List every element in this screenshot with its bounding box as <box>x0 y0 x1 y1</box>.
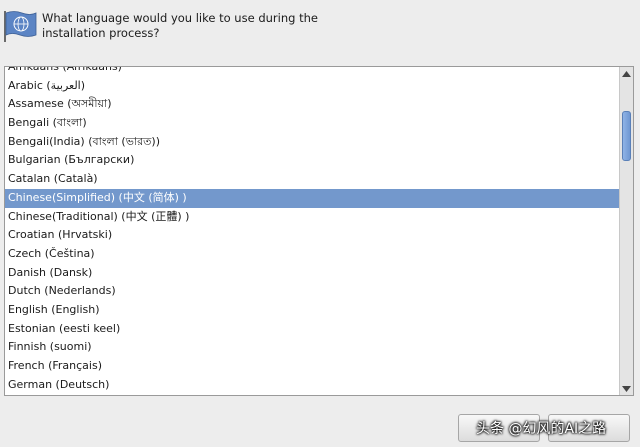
list-item[interactable]: Estonian (eesti keel) <box>5 320 619 339</box>
header: What language would you like to use duri… <box>0 0 640 60</box>
list-item[interactable]: French (Français) <box>5 357 619 376</box>
list-item[interactable]: Bengali (বাংলা) <box>5 114 619 133</box>
list-item[interactable]: Catalan (Català) <box>5 170 619 189</box>
vertical-scrollbar[interactable] <box>619 67 633 395</box>
list-item-selected[interactable]: Chinese(Simplified) (中文 (简体) ) <box>5 188 619 208</box>
list-item[interactable]: Chinese(Traditional) (中文 (正體) ) <box>5 208 619 227</box>
language-list-items: Afrikaans (Afrikaans)Arabic (العربية)Ass… <box>5 67 619 394</box>
list-item[interactable]: Finnish (suomi) <box>5 338 619 357</box>
list-item[interactable]: Croatian (Hrvatski) <box>5 226 619 245</box>
list-item[interactable]: Afrikaans (Afrikaans) <box>5 67 619 77</box>
list-item[interactable]: English (English) <box>5 301 619 320</box>
language-list[interactable]: Afrikaans (Afrikaans)Arabic (العربية)Ass… <box>4 66 634 396</box>
language-list-viewport: Afrikaans (Afrikaans)Arabic (العربية)Ass… <box>5 67 619 395</box>
list-item[interactable]: Bengali(India) (বাংলা (ভারত)) <box>5 133 619 152</box>
list-item[interactable]: Danish (Dansk) <box>5 264 619 283</box>
list-item[interactable]: Czech (Čeština) <box>5 245 619 264</box>
scroll-up-icon[interactable] <box>620 67 633 80</box>
list-item[interactable]: Bulgarian (Български) <box>5 151 619 170</box>
watermark: 头条 @幻风的AI之路 <box>476 421 607 437</box>
scrollbar-thumb[interactable] <box>622 111 631 161</box>
list-item[interactable]: Assamese (অসমীয়া) <box>5 95 619 114</box>
list-item[interactable]: Dutch (Nederlands) <box>5 282 619 301</box>
list-item[interactable]: German (Deutsch) <box>5 376 619 395</box>
flag-icon <box>2 8 38 44</box>
prompt-text: What language would you like to use duri… <box>42 11 318 40</box>
list-item[interactable]: Arabic (العربية) <box>5 77 619 96</box>
scroll-down-icon[interactable] <box>620 382 633 395</box>
